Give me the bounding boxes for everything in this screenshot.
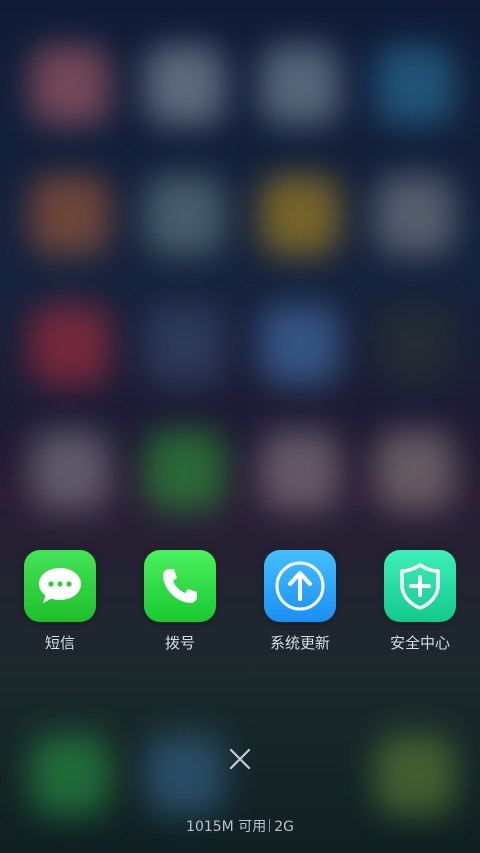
app-label: 系统更新 (269, 634, 330, 652)
blurred-app-icon (145, 45, 225, 125)
blurred-app-icon (375, 305, 455, 385)
blurred-app-icon (145, 175, 225, 255)
app-system-update[interactable]: 系统更新 (248, 550, 352, 653)
phone-handset-icon (144, 550, 216, 622)
blurred-app-icon (375, 175, 455, 255)
divider (269, 819, 271, 832)
memory-total: 2G (274, 819, 294, 835)
message-bubble-icon (24, 550, 96, 622)
blurred-app-icon (260, 430, 340, 510)
blurred-dock-icon (30, 735, 110, 815)
blurred-app-icon (145, 305, 225, 385)
app-phone[interactable]: 拨号 (128, 550, 232, 653)
blurred-app-icon (30, 430, 110, 510)
app-security-center[interactable]: 安全中心 (368, 550, 472, 653)
blurred-app-icon (30, 305, 110, 385)
blurred-app-icon (260, 45, 340, 125)
blurred-app-icon (145, 430, 225, 510)
close-button[interactable] (225, 744, 255, 774)
blurred-wallpaper (0, 0, 480, 853)
app-label: 安全中心 (389, 634, 450, 652)
shield-plus-icon (384, 550, 456, 622)
blurred-dock-icon (375, 735, 455, 815)
upload-arrow-icon (264, 550, 336, 622)
blurred-app-icon (260, 175, 340, 255)
memory-status: 1015M 可用 2G (0, 816, 480, 836)
app-label: 拨号 (164, 634, 195, 652)
blurred-app-icon (30, 175, 110, 255)
blurred-app-icon (375, 45, 455, 125)
close-icon (229, 748, 251, 770)
app-messages[interactable]: 短信 (8, 550, 112, 653)
blurred-app-icon (30, 45, 110, 125)
blurred-app-icon (375, 430, 455, 510)
blurred-app-icon (260, 305, 340, 385)
app-label: 短信 (44, 634, 75, 652)
memory-available: 1015M 可用 (186, 819, 267, 835)
blurred-dock-icon (145, 735, 225, 815)
